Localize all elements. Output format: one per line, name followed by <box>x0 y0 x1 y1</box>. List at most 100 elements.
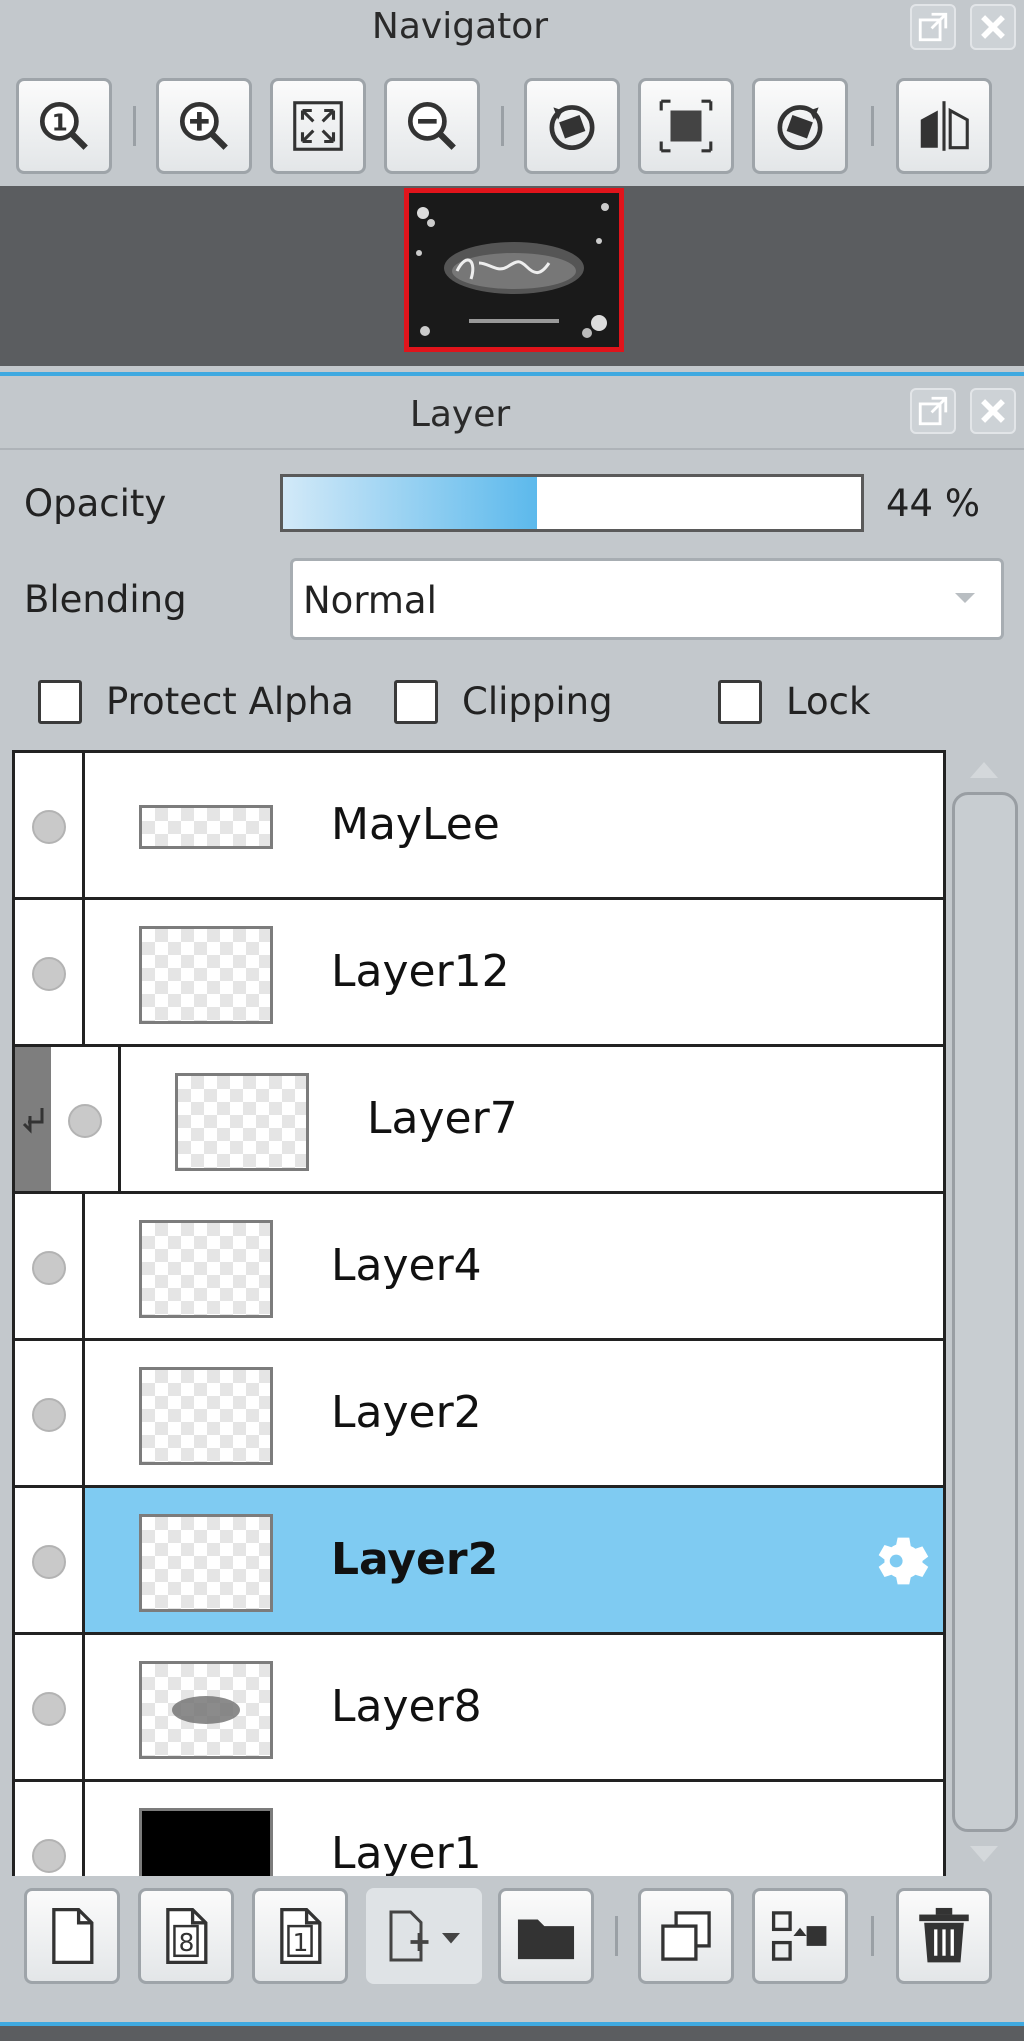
svg-text:8: 8 <box>179 1928 195 1957</box>
visibility-dot-icon <box>32 1398 66 1432</box>
chevron-down-icon <box>955 593 975 603</box>
layer-visibility-toggle[interactable] <box>15 1194 85 1338</box>
layer-list: MayLee Layer12 Layer7 Layer4 Layer2 Layer2 Lay… <box>12 750 946 1876</box>
layer-visibility-toggle[interactable] <box>51 1047 121 1191</box>
flip-horizontal-icon <box>920 101 969 151</box>
layer-thumbnail <box>139 1220 273 1318</box>
layer-row[interactable]: MayLee <box>15 753 943 900</box>
layer-thumbnail <box>139 926 273 1024</box>
visibility-dot-icon <box>32 957 66 991</box>
navigator-title: Navigator <box>371 6 549 47</box>
add-layer-menu-icon <box>389 1910 460 1962</box>
layer-thumbnail <box>139 1661 273 1759</box>
layer-name: Layer7 <box>367 1093 518 1144</box>
layer-thumbnail <box>139 1808 273 1876</box>
layer-list-scrollbar-thumb[interactable] <box>952 792 1018 1832</box>
layer-panel-title: Layer <box>409 394 511 435</box>
layer-row[interactable]: Layer12 <box>15 900 943 1047</box>
toolbar-separator <box>501 106 504 146</box>
rotate-right-icon <box>777 105 823 151</box>
flip-horizontal-button[interactable] <box>896 78 992 174</box>
zoom-in-button[interactable] <box>156 78 252 174</box>
layer-thumbnail <box>175 1073 309 1171</box>
new-1bit-layer-icon: 1 <box>280 1907 322 1965</box>
delete-layer-button[interactable] <box>896 1888 992 1984</box>
fit-window-icon <box>293 101 343 151</box>
layer-row[interactable]: Layer8 <box>15 1635 943 1782</box>
layer-name: Layer8 <box>331 1681 482 1732</box>
layer-name: Layer12 <box>331 946 510 997</box>
clipping-checkbox[interactable] <box>394 680 438 724</box>
new-8bit-layer-icon: 8 <box>166 1907 208 1965</box>
new-layer-icon <box>52 1907 94 1965</box>
new-8bit-layer-button[interactable]: 8 <box>138 1888 234 1984</box>
rotate-left-icon <box>549 105 595 151</box>
layer-name: Layer1 <box>331 1828 482 1876</box>
scroll-up-button[interactable] <box>962 754 1006 784</box>
blending-select[interactable]: Normal <box>290 558 1004 640</box>
close-icon <box>981 399 1005 423</box>
scroll-down-button[interactable] <box>962 1840 1006 1870</box>
lock-label: Lock <box>786 680 871 723</box>
fit-canvas-button[interactable] <box>638 78 734 174</box>
svg-text:1: 1 <box>52 110 68 137</box>
layer-close-button[interactable] <box>970 388 1016 434</box>
layer-thumbnail <box>139 805 273 849</box>
layer-popout-button[interactable] <box>910 388 956 434</box>
clipping-label: Clipping <box>462 680 613 723</box>
navigator-close-button[interactable] <box>970 4 1016 50</box>
layer-visibility-toggle[interactable] <box>15 900 85 1044</box>
toolbar-separator <box>871 106 874 146</box>
clip-arrow-icon <box>22 1108 44 1134</box>
zoom-out-button[interactable] <box>384 78 480 174</box>
merge-down-button[interactable] <box>752 1888 848 1984</box>
layer-row[interactable]: Layer1 <box>15 1782 943 1876</box>
delete-layer-icon <box>919 1907 969 1963</box>
protect-alpha-checkbox[interactable] <box>38 680 82 724</box>
opacity-slider[interactable] <box>280 474 864 532</box>
layer-row[interactable]: Layer2 <box>15 1488 943 1635</box>
navigator-popout-button[interactable] <box>910 4 956 50</box>
layer-visibility-toggle[interactable] <box>15 753 85 897</box>
zoom-actual-button[interactable]: 1 <box>16 78 112 174</box>
layer-thumbnail <box>139 1367 273 1465</box>
layer-visibility-toggle[interactable] <box>15 1488 85 1632</box>
canvas-thumbnail <box>404 188 624 352</box>
duplicate-layer-button[interactable] <box>638 1888 734 1984</box>
rotate-left-button[interactable] <box>524 78 620 174</box>
toolbar-separator <box>133 106 136 146</box>
svg-text:1: 1 <box>293 1928 309 1957</box>
layer-name: Layer4 <box>331 1240 482 1291</box>
zoom-out-icon <box>407 101 456 150</box>
new-1bit-layer-button[interactable]: 1 <box>252 1888 348 1984</box>
new-folder-button[interactable] <box>498 1888 594 1984</box>
zoom-in-icon <box>179 101 228 150</box>
layer-visibility-toggle[interactable] <box>15 1341 85 1485</box>
blending-value: Normal <box>303 579 437 622</box>
visibility-dot-icon <box>32 1251 66 1285</box>
close-icon <box>981 15 1005 39</box>
popout-icon <box>918 12 948 42</box>
layer-row[interactable]: Layer4 <box>15 1194 943 1341</box>
protect-alpha-label: Protect Alpha <box>106 680 354 723</box>
layer-name: Layer2 <box>331 1387 482 1438</box>
rotate-right-button[interactable] <box>752 78 848 174</box>
zoom-actual-icon: 1 <box>39 101 88 150</box>
lock-checkbox[interactable] <box>718 680 762 724</box>
navigator-preview-area[interactable] <box>0 186 1024 366</box>
merge-down-icon <box>771 1911 827 1961</box>
opacity-label: Opacity <box>24 482 167 525</box>
layer-name: Layer2 <box>331 1534 499 1585</box>
opacity-slider-fill <box>283 477 538 529</box>
layer-row[interactable]: Layer2 <box>15 1341 943 1488</box>
new-layer-button[interactable] <box>24 1888 120 1984</box>
clipping-indicator <box>15 1047 51 1191</box>
opacity-value: 44 % <box>886 482 980 525</box>
fit-window-button[interactable] <box>270 78 366 174</box>
add-layer-menu-button[interactable] <box>366 1888 482 1984</box>
gear-icon[interactable] <box>867 1526 937 1596</box>
layer-row[interactable]: Layer7 <box>15 1047 943 1194</box>
fit-canvas-icon <box>659 99 713 153</box>
layer-visibility-toggle[interactable] <box>15 1635 85 1779</box>
layer-visibility-toggle[interactable] <box>15 1782 85 1876</box>
